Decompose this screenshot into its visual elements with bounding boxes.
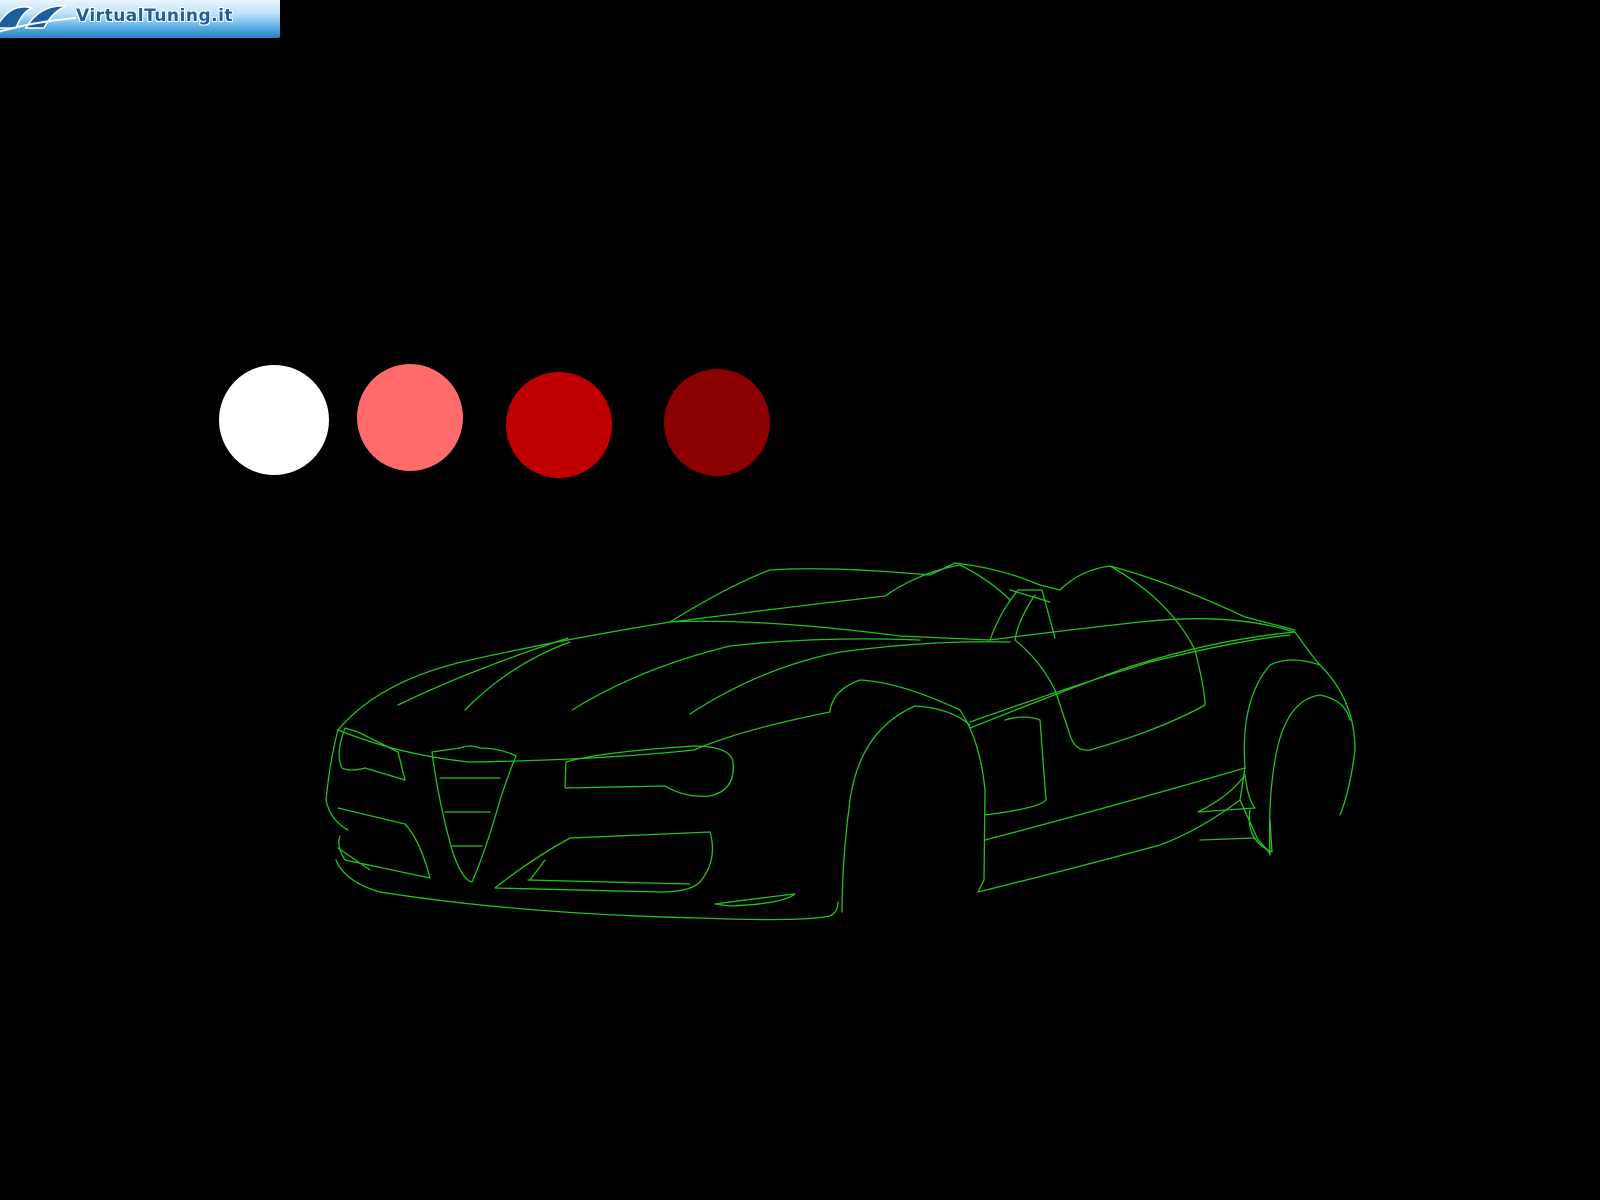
car-outline-drawing (325, 562, 1356, 921)
canvas: VirtualTuning.it (0, 0, 1600, 1200)
car-outline-strokes (325, 562, 1356, 921)
